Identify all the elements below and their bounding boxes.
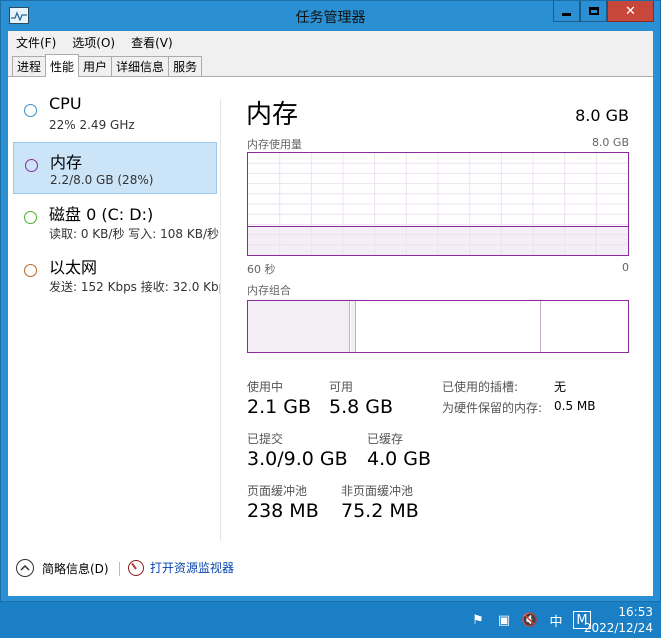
nonpaged-pool-value: 75.2 MB: [341, 500, 419, 522]
flag-icon[interactable]: ⚑: [465, 610, 491, 630]
network-icon[interactable]: ▣: [491, 610, 517, 630]
memory-composition-bar: [247, 300, 629, 353]
tab-performance[interactable]: 性能: [45, 54, 80, 77]
close-button[interactable]: ✕: [607, 1, 654, 22]
paged-pool-label: 页面缓冲池: [247, 484, 308, 498]
composition-label: 内存组合: [247, 284, 291, 297]
fewer-details-label: 简略信息(D): [42, 561, 109, 576]
reserved-value: 0.5 MB: [554, 399, 596, 413]
tab-processes[interactable]: 进程: [12, 56, 47, 76]
in-use-value: 2.1 GB: [247, 396, 312, 418]
fewer-details-button[interactable]: 简略信息(D): [16, 559, 109, 577]
device-name: 内存: [50, 153, 83, 172]
device-disk[interactable]: 磁盘 0 (C: D:) 读取: 0 KB/秒 写入: 108 KB/秒: [13, 195, 219, 247]
nonpaged-pool-label: 非页面缓冲池: [341, 484, 414, 498]
paged-pool-value: 238 MB: [247, 500, 319, 522]
menu-bar: 文件(F) 选项(O) 查看(V): [8, 31, 653, 53]
tab-details[interactable]: 详细信息: [111, 56, 170, 76]
menu-options[interactable]: 选项(O): [72, 34, 115, 51]
resource-monitor-icon: [128, 559, 144, 576]
composition-in-use: [248, 301, 350, 352]
detail-title: 内存: [246, 100, 299, 130]
cpu-indicator-icon: [24, 104, 37, 117]
committed-value: 3.0/9.0 GB: [247, 448, 348, 470]
minimize-icon: [562, 12, 571, 16]
cached-value: 4.0 GB: [367, 448, 432, 470]
open-resource-monitor-link[interactable]: 打开资源监视器: [128, 559, 234, 576]
taskbar-clock[interactable]: 16:53 2022/12/24: [584, 604, 653, 636]
device-sub: 读取: 0 KB/秒 写入: 108 KB/秒: [49, 227, 219, 241]
menu-view[interactable]: 查看(V): [131, 34, 173, 51]
available-value: 5.8 GB: [329, 396, 394, 418]
window-controls: ✕: [553, 1, 654, 22]
cached-label: 已缓存: [367, 432, 404, 446]
usage-graph-max: 8.0 GB: [591, 136, 629, 149]
available-label: 可用: [329, 380, 354, 394]
client-area: 文件(F) 选项(O) 查看(V) 进程 性能 用户 详细信息 服务 CPU 2…: [8, 31, 653, 596]
panel-divider[interactable]: [220, 99, 221, 541]
device-cpu[interactable]: CPU 22% 2.49 GHz: [13, 88, 217, 140]
detail-total: 8.0 GB: [575, 106, 629, 125]
clock-time: 16:53: [618, 605, 653, 619]
taskbar: ⚑ ▣ 🔇 中 M 16:53 2022/12/24: [0, 602, 661, 638]
composition-standby: [357, 301, 541, 352]
disk-indicator-icon: [24, 211, 37, 224]
graph-time-right: 0: [622, 261, 629, 274]
memory-indicator-icon: [25, 159, 38, 172]
ime-indicator[interactable]: 中: [543, 610, 569, 630]
chevron-up-icon: [16, 559, 34, 577]
maximize-icon: [588, 7, 599, 15]
footer-bar: 简略信息(D) 打开资源监视器: [8, 549, 653, 589]
device-sub: 2.2/8.0 GB (28%): [50, 173, 154, 187]
tab-users[interactable]: 用户: [78, 56, 113, 76]
usage-graph-label: 内存使用量: [247, 138, 302, 151]
slots-label: 已使用的插槽:: [442, 380, 519, 394]
device-list: CPU 22% 2.49 GHz 内存 2.2/8.0 GB (28%) 磁盘 …: [8, 78, 220, 508]
graph-time-left: 60 秒: [247, 263, 276, 276]
device-ethernet[interactable]: 以太网 发送: 152 Kbps 接收: 32.0 Kbps: [13, 248, 220, 300]
in-use-label: 使用中: [247, 380, 284, 394]
device-sub: 发送: 152 Kbps 接收: 32.0 Kbps: [49, 280, 220, 294]
device-sub: 22% 2.49 GHz: [49, 118, 135, 132]
tab-strip: 进程 性能 用户 详细信息 服务: [8, 53, 653, 77]
menu-file[interactable]: 文件(F): [16, 34, 56, 51]
close-icon: ✕: [625, 3, 636, 19]
slots-value: 无: [554, 380, 567, 394]
usage-graph-svg: [248, 153, 628, 255]
committed-label: 已提交: [247, 432, 284, 446]
clock-date: 2022/12/24: [583, 621, 653, 635]
title-bar[interactable]: 任务管理器 ✕: [1, 1, 660, 31]
minimize-button[interactable]: [553, 1, 580, 22]
composition-modified: [351, 301, 356, 352]
device-memory[interactable]: 内存 2.2/8.0 GB (28%): [13, 142, 217, 194]
device-name: 磁盘 0 (C: D:): [49, 205, 154, 224]
open-resource-monitor-label: 打开资源监视器: [150, 561, 235, 575]
reserved-label: 为硬件保留的内存:: [442, 401, 543, 415]
footer-separator: [119, 562, 120, 576]
maximize-button[interactable]: [580, 1, 607, 22]
volume-muted-icon[interactable]: 🔇: [517, 610, 543, 630]
task-manager-window: 任务管理器 ✕ 文件(F) 选项(O) 查看(V) 进程 性能 用户 详细信息 …: [0, 0, 661, 602]
device-name: 以太网: [49, 258, 98, 277]
ethernet-indicator-icon: [24, 264, 37, 277]
memory-usage-graph: [247, 152, 629, 256]
system-tray: ⚑ ▣ 🔇 中 M: [465, 610, 591, 630]
tab-services[interactable]: 服务: [168, 56, 203, 76]
device-name: CPU: [49, 94, 82, 113]
